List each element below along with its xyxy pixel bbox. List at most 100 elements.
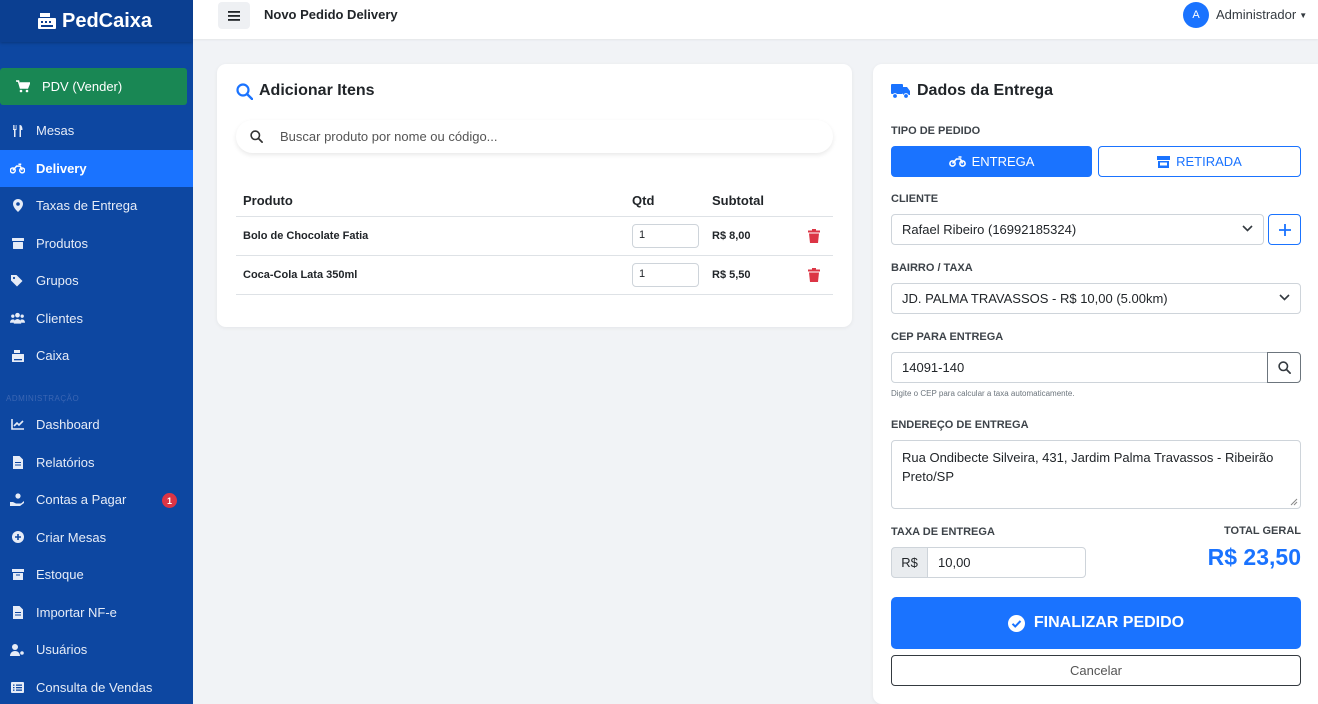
currency-prefix: R$ [891, 547, 928, 578]
users-icon [10, 311, 25, 326]
sidebar-item-clientes[interactable]: Clientes [0, 300, 193, 338]
row-subtotal: R$ 8,00 [712, 230, 751, 242]
sidebar-item-label: Criar Mesas [36, 529, 107, 545]
row-subtotal: R$ 5,50 [712, 269, 751, 281]
search-icon [236, 82, 253, 100]
brand-name: PedCaixa [62, 9, 153, 32]
user-menu[interactable]: Administrador ▼ [1216, 7, 1307, 22]
finalize-button[interactable]: FINALIZAR PEDIDO [891, 597, 1301, 649]
total-value: R$ 23,50 [1207, 544, 1301, 570]
qty-input[interactable]: 1 [632, 263, 699, 287]
product-name: Bolo de Chocolate Fatia [243, 230, 369, 242]
trash-icon[interactable] [808, 268, 820, 282]
sidebar-item-estoque[interactable]: Estoque [0, 556, 193, 594]
sidebar-item-label: Dashboard [36, 417, 100, 433]
taxa-input[interactable]: 10,00 [927, 547, 1086, 578]
brand[interactable]: PedCaixa [0, 0, 193, 42]
sidebar-item-label: Produtos [36, 235, 89, 251]
cep-label: CEP PARA ENTREGA [891, 331, 1004, 343]
column-header-subtotal: Subtotal [712, 193, 764, 208]
trash-icon[interactable] [808, 229, 820, 243]
taxa-label: TAXA DE ENTREGA [891, 526, 995, 538]
notification-badge: 1 [162, 493, 177, 508]
cart-icon [16, 80, 30, 93]
cliente-select[interactable]: Rafael Ribeiro (16992185324) [891, 214, 1264, 245]
sidebar-item-contas-a-pagar[interactable]: Contas a Pagar 1 [0, 481, 193, 519]
section-label-admin: ADMINISTRAÇÃO [6, 394, 80, 403]
tipo-label: TIPO DE PEDIDO [891, 125, 981, 137]
file-icon [10, 455, 25, 470]
items-card-title: Adicionar Itens [236, 82, 375, 100]
cep-hint: Digite o CEP para calcular a taxa automa… [891, 389, 1075, 398]
cliente-label: CLIENTE [891, 193, 939, 205]
sidebar-item-label: Delivery [36, 160, 87, 176]
bairro-select[interactable]: JD. PALMA TRAVASSOS - R$ 10,00 (5.00km) [891, 283, 1301, 314]
sidebar-item-label: Contas a Pagar [36, 492, 127, 508]
endereco-textarea[interactable]: Rua Ondibecte Silveira, 431, Jardim Palm… [891, 440, 1301, 509]
cep-input[interactable]: 14091-140 [891, 352, 1268, 383]
sidebar-item-label: Clientes [36, 310, 83, 326]
sidebar-item-caixa[interactable]: Caixa [0, 337, 193, 375]
box-icon [10, 236, 25, 251]
sidebar-item-dashboard[interactable]: Dashboard [0, 406, 193, 444]
file-import-icon [10, 605, 25, 620]
add-cliente-button[interactable] [1268, 214, 1301, 245]
cliente-value: Rafael Ribeiro (16992185324) [902, 222, 1077, 237]
pdv-label: PDV (Vender) [42, 79, 123, 94]
menu-toggle-button[interactable] [218, 2, 250, 29]
table-divider [236, 216, 833, 217]
sidebar-item-taxas[interactable]: Taxas de Entrega [0, 187, 193, 225]
finalize-label: FINALIZAR PEDIDO [1033, 614, 1185, 631]
sidebar-item-relatorios[interactable]: Relatórios [0, 444, 193, 482]
sidebar-item-label: Consulta de Vendas [36, 679, 153, 695]
sidebar-item-consulta-vendas[interactable]: Consulta de Vendas [0, 669, 193, 704]
check-circle-icon [1007, 614, 1025, 632]
utensils-icon [10, 123, 25, 138]
tags-icon [10, 273, 25, 288]
sidebar-item-delivery[interactable]: Delivery [0, 149, 193, 187]
endereco-label: ENDEREÇO DE ENTREGA [891, 419, 1029, 431]
sidebar-item-label: Grupos [36, 273, 79, 289]
sidebar-item-grupos[interactable]: Grupos [0, 262, 193, 300]
sidebar-item-label: Mesas [36, 123, 75, 139]
total-label: TOTAL GERAL [1224, 525, 1301, 537]
tipo-retirada-label: RETIRADA [1176, 154, 1242, 169]
sidebar-item-label: Caixa [36, 348, 70, 364]
cep-search-button[interactable] [1267, 352, 1301, 383]
hand-money-icon [10, 492, 25, 507]
resize-handle-icon[interactable] [1290, 498, 1298, 506]
tipo-entrega-label: ENTREGA [971, 154, 1035, 169]
user-gear-icon [10, 642, 25, 657]
caret-down-icon: ▼ [1299, 11, 1308, 21]
product-search[interactable] [236, 120, 833, 153]
delivery-card-title-text: Dados da Entrega [917, 82, 1054, 99]
avatar[interactable]: A [1183, 2, 1209, 28]
endereco-value: Rua Ondibecte Silveira, 431, Jardim Palm… [902, 450, 1274, 484]
sidebar-item-label: Importar NF-e [36, 604, 117, 620]
product-search-input[interactable] [280, 129, 800, 144]
table-divider [236, 255, 833, 256]
bairro-value: JD. PALMA TRAVASSOS - R$ 10,00 (5.00km) [902, 291, 1168, 306]
hamburger-icon [228, 10, 240, 21]
sidebar-item-produtos[interactable]: Produtos [0, 225, 193, 263]
column-header-qtd: Qtd [632, 193, 655, 208]
column-header-produto: Produto [243, 193, 293, 208]
nav-main: Mesas Delivery Taxas de Entrega Produtos… [0, 112, 193, 375]
sidebar-item-criar-mesas[interactable]: Criar Mesas [0, 519, 193, 557]
delivery-card-title: Dados da Entrega [891, 82, 1053, 100]
motorcycle-icon [10, 161, 25, 176]
sidebar-item-label: Estoque [36, 567, 84, 583]
chevron-down-icon [1242, 225, 1253, 232]
search-icon [250, 130, 263, 143]
pdv-button[interactable]: PDV (Vender) [0, 68, 187, 105]
tipo-retirada-button[interactable]: RETIRADA [1098, 146, 1301, 177]
sidebar-item-importar-nfe[interactable]: Importar NF-e [0, 594, 193, 632]
qty-input[interactable]: 1 [632, 224, 699, 248]
bairro-label: BAIRRO / TAXA [891, 262, 973, 274]
sidebar-item-mesas[interactable]: Mesas [0, 112, 193, 150]
tipo-entrega-button[interactable]: ENTREGA [891, 146, 1092, 177]
sidebar-item-usuarios[interactable]: Usuários [0, 631, 193, 669]
items-card-title-text: Adicionar Itens [259, 82, 375, 99]
user-name: Administrador [1216, 7, 1297, 22]
cancel-button[interactable]: Cancelar [891, 655, 1301, 686]
